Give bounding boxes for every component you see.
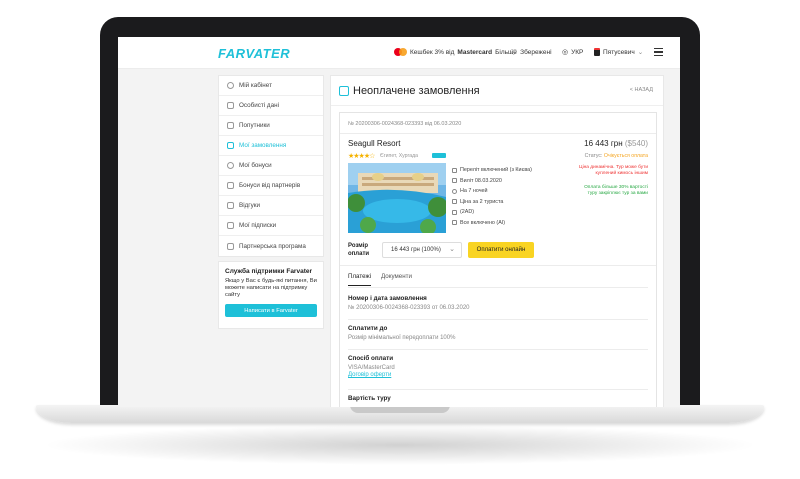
order-panel: Неоплачене замовлення < НАЗАД № 20200306…: [330, 75, 664, 407]
price-tag-icon: [452, 199, 457, 205]
divider: [348, 287, 648, 288]
sidebar-item-partner-program[interactable]: Партнерська програма: [219, 236, 323, 256]
burger-menu-icon[interactable]: [654, 48, 663, 56]
prepayment-note: Оплата більше 30% вартості туру закріплю…: [584, 185, 648, 196]
order-tabs: Платежі Документи: [348, 273, 412, 286]
divider: [340, 265, 656, 266]
suitcase-icon: [227, 142, 234, 149]
divider: [348, 319, 648, 320]
order-status: Статус: Очікується оплата: [584, 153, 648, 159]
info-pay-until: Сплатити до Розмір мінімальної передопла…: [348, 325, 456, 341]
person-icon: [452, 209, 457, 215]
tour-price: 16 443 грн ($540): [584, 139, 648, 148]
account-sidebar: Мій кабінет Особисті дані Попутники Мої …: [218, 75, 324, 257]
farvater-logo[interactable]: FARVATER: [218, 46, 290, 61]
support-text: Якщо у Вас є будь-які питання, Ви можете…: [225, 278, 317, 298]
sidebar-item-bonuses[interactable]: Мої бонуси: [219, 156, 323, 176]
thumbs-up-icon: [227, 202, 234, 209]
sidebar-item-personal-data[interactable]: Особисті дані: [219, 96, 323, 116]
info-tour-cost: Вартість туру: [348, 395, 391, 402]
chevron-down-icon: ⌄: [637, 49, 644, 56]
divider: [340, 133, 656, 134]
language-switcher[interactable]: ◎ УКР: [562, 48, 584, 57]
sidebar-item-companions[interactable]: Попутники: [219, 116, 323, 136]
info-order-number: Номер і дата замовлення № 20200306-00243…: [348, 295, 470, 311]
order-number: № 20200306-0024368-023393 від 06.03.2020: [348, 121, 462, 127]
laptop-shadow: [40, 425, 760, 465]
language-label: УКР: [571, 48, 584, 56]
user-avatar-icon: [594, 48, 600, 56]
detail-departure: Виліт 08.03.2020: [452, 176, 532, 187]
payment-amount-select[interactable]: 16 443 грн (100%): [382, 242, 462, 258]
cashback-text: Кешбек 3% від: [410, 48, 455, 56]
hotel-stars: ★★★★☆: [348, 153, 375, 160]
site-header: FARVATER Кешбек 3% від Mastercard Більше…: [118, 37, 680, 69]
sidebar-item-partner-bonuses[interactable]: Бонуси від партнерів: [219, 176, 323, 196]
meal-icon: [452, 220, 457, 226]
moon-icon: [452, 188, 457, 194]
id-card-icon: [227, 102, 234, 109]
hotel-photo[interactable]: [348, 163, 446, 233]
operator-logo: [432, 153, 446, 158]
sidebar-item-reviews[interactable]: Відгуки: [219, 196, 323, 216]
handshake-icon: [227, 182, 234, 189]
tour-details: Переліт включений (з Києва) Виліт 08.03.…: [452, 165, 532, 228]
divider: [348, 389, 648, 390]
mastercard-text: Mastercard: [457, 48, 493, 56]
info-payment-method: Спосіб оплати VISA/MasterCard Договір оф…: [348, 355, 648, 378]
mastercard-icon: [394, 48, 407, 56]
sidebar-item-orders[interactable]: Мої замовлення: [219, 136, 323, 156]
envelope-icon: [227, 222, 234, 229]
page-title: Неоплачене замовлення: [353, 84, 480, 97]
user-menu[interactable]: Пятусевич ⌄: [594, 48, 643, 56]
payment-amount-label: Розмір оплати: [348, 243, 370, 257]
tab-documents[interactable]: Документи: [381, 273, 412, 286]
detail-nights: На 7 ночей: [452, 186, 532, 197]
saved-link[interactable]: ♡ Збережені: [510, 48, 552, 57]
sidebar-item-cabinet[interactable]: Мій кабінет: [219, 76, 323, 96]
sidebar-item-subscriptions[interactable]: Мої підписки: [219, 216, 323, 236]
back-link[interactable]: < НАЗАД: [630, 87, 653, 93]
detail-room: (2AD): [452, 207, 532, 218]
support-title: Служба підтримки Farvater: [225, 268, 313, 275]
heart-icon: ♡: [510, 48, 518, 57]
laptop-screen: FARVATER Кешбек 3% від Mastercard Більше…: [118, 37, 680, 407]
detail-tourists: Ціна за 2 туриста: [452, 197, 532, 208]
bonus-icon: [227, 162, 234, 169]
page-title-row: Неоплачене замовлення: [331, 76, 663, 106]
document-icon: [227, 242, 234, 250]
dynamic-price-warning: Ціна динамічна. Тур може бути куплений к…: [579, 165, 648, 176]
users-icon: [227, 122, 234, 129]
cashback-promo[interactable]: Кешбек 3% від Mastercard Більше: [394, 48, 517, 56]
user-name: Пятусевич: [603, 48, 635, 56]
offer-contract-link[interactable]: Договір оферти: [348, 372, 648, 378]
order-card: № 20200306-0024368-023393 від 06.03.2020…: [339, 112, 657, 407]
support-box: Служба підтримки Farvater Якщо у Вас є б…: [218, 261, 324, 329]
divider: [348, 349, 648, 350]
hotel-name[interactable]: Seagull Resort: [348, 139, 400, 148]
user-icon: [227, 82, 234, 89]
pay-online-button[interactable]: Оплатити онлайн: [468, 242, 534, 258]
calendar-icon: [452, 178, 457, 184]
hotel-location: Єгипет, Хургада: [380, 153, 419, 159]
detail-meal: Все включено (AI): [452, 218, 532, 229]
detail-flight: Переліт включений (з Києва): [452, 165, 532, 176]
tab-payments[interactable]: Платежі: [348, 273, 372, 286]
suitcase-icon: [339, 85, 349, 96]
plane-icon: [452, 167, 457, 173]
saved-label: Збережені: [520, 49, 552, 56]
globe-icon: ◎: [562, 49, 569, 56]
write-support-button[interactable]: Написати в Farvater: [225, 304, 317, 317]
